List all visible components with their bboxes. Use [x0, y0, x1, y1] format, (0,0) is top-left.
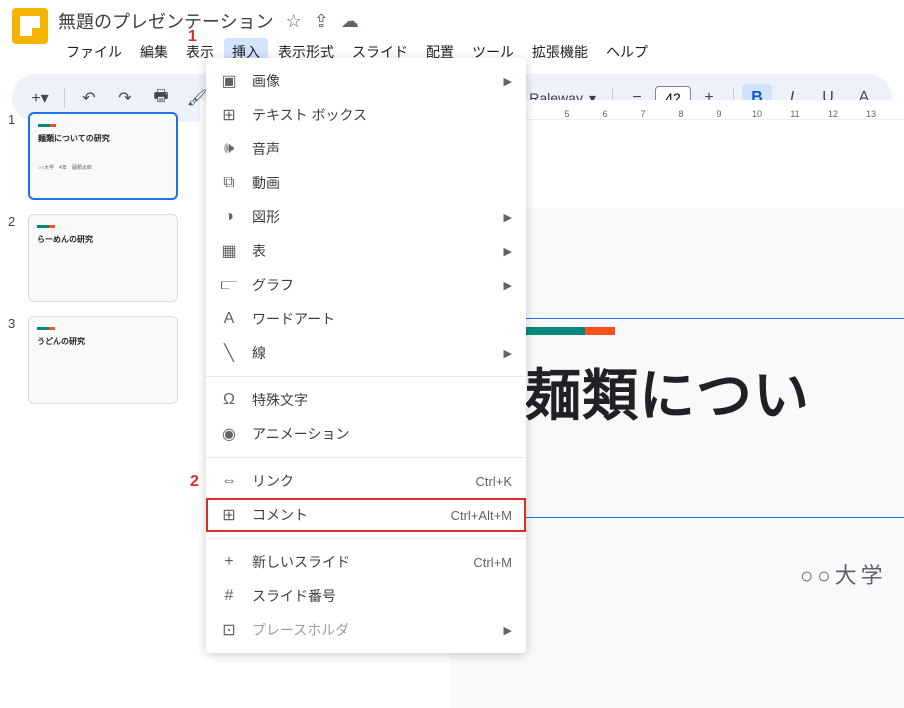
chart-icon: ⫍ [220, 276, 238, 294]
menu-label: プレースホルダ [252, 620, 490, 640]
move-icon[interactable]: ⇪ [314, 11, 329, 32]
textbox-icon: ⊞ [220, 105, 238, 125]
slide-panel: 1麺類についての研究○○大学 4年 麺類太郎2らーめんの研究3うどんの研究 [0, 100, 200, 701]
slide-number: 2 [8, 214, 20, 302]
menu-entry-スライド番号[interactable]: # スライド番号 [206, 579, 526, 613]
menu-entry-図形[interactable]: ◑ 図形 ▶ [206, 200, 526, 234]
menu-label: コメント [252, 505, 437, 525]
menu-label: ワードアート [252, 309, 512, 329]
placeholder-icon: ⊡ [220, 620, 238, 640]
ruler-tick: 13 [852, 109, 890, 119]
ruler-tick: 7 [624, 109, 662, 119]
menu-shortcut: Ctrl+Alt+M [451, 508, 512, 523]
newslide-icon: + [220, 553, 238, 571]
menu-shortcut: Ctrl+M [473, 555, 512, 570]
menu-entry-ワードアート[interactable]: A ワードアート [206, 302, 526, 336]
line-icon: ╲ [220, 343, 238, 363]
menu-label: 表 [252, 241, 490, 261]
menu-entry-新しいスライド[interactable]: + 新しいスライド Ctrl+M [206, 545, 526, 579]
menu-entry-音声[interactable]: 🕪 音声 [206, 132, 526, 166]
ruler-tick: 9 [700, 109, 738, 119]
submenu-arrow-icon: ▶ [504, 624, 512, 637]
subtitle-text[interactable]: ○○大学 4年 麺類太郎 [800, 558, 904, 590]
annotation-1: 1 [188, 28, 197, 46]
link-icon: ⇔ [220, 472, 238, 490]
ruler-tick: 10 [738, 109, 776, 119]
star-icon[interactable]: ☆ [286, 11, 302, 32]
menu-label: スライド番号 [252, 586, 512, 606]
menu-拡張機能[interactable]: 拡張機能 [524, 38, 596, 66]
menu-label: 新しいスライド [252, 552, 459, 572]
menu-entry-特殊文字[interactable]: Ω 特殊文字 [206, 383, 526, 417]
menu-entry-アニメーション[interactable]: ◉ アニメーション [206, 417, 526, 451]
doc-title[interactable]: 無題のプレゼンテーション [58, 8, 274, 34]
menu-label: 画像 [252, 71, 490, 91]
cloud-icon[interactable]: ☁ [341, 11, 359, 32]
menu-label: リンク [252, 471, 462, 491]
slide-thumbnail[interactable]: 麺類についての研究○○大学 4年 麺類太郎 [28, 112, 178, 200]
slide-thumbnail[interactable]: うどんの研究 [28, 316, 178, 404]
heading-text[interactable]: 麺類につい [511, 335, 904, 432]
menu-label: 図形 [252, 207, 490, 227]
ruler-tick: 11 [776, 109, 814, 119]
menu-label: 動画 [252, 173, 512, 193]
menu-entry-テキスト ボックス[interactable]: ⊞ テキスト ボックス [206, 98, 526, 132]
submenu-arrow-icon: ▶ [504, 75, 512, 88]
menu-entry-表[interactable]: ▦ 表 ▶ [206, 234, 526, 268]
insert-menu: ▣ 画像 ▶ ⊞ テキスト ボックス 🕪 音声 ⧉ 動画 ◑ 図形 ▶ ▦ 表 ▶ ⫍ グラフ ▶ A ワードアート ╲… [206, 58, 526, 653]
comment-icon: ⊞ [220, 505, 238, 525]
slide-number: 1 [8, 112, 20, 200]
video-icon: ⧉ [220, 174, 238, 192]
slide-thumbnail[interactable]: らーめんの研究 [28, 214, 178, 302]
menu-entry-動画[interactable]: ⧉ 動画 [206, 166, 526, 200]
menu-label: グラフ [252, 275, 490, 295]
title-textbox[interactable]: 麺類につい [510, 318, 904, 518]
ruler-tick: 6 [586, 109, 624, 119]
ruler-tick: 12 [814, 109, 852, 119]
slidenum-icon: # [220, 587, 238, 605]
menu-entry-グラフ[interactable]: ⫍ グラフ ▶ [206, 268, 526, 302]
menu-entry-プレースホルダ: ⊡ プレースホルダ ▶ [206, 613, 526, 647]
annotation-2: 2 [190, 473, 199, 491]
ruler-tick: 8 [662, 109, 700, 119]
submenu-arrow-icon: ▶ [504, 211, 512, 224]
menu-shortcut: Ctrl+K [476, 474, 512, 489]
submenu-arrow-icon: ▶ [504, 279, 512, 292]
menu-編集[interactable]: 編集 [132, 38, 176, 66]
menu-entry-線[interactable]: ╲ 線 ▶ [206, 336, 526, 370]
menu-ヘルプ[interactable]: ヘルプ [598, 38, 656, 66]
menu-separator [206, 457, 526, 458]
menu-separator [206, 376, 526, 377]
menu-separator [206, 538, 526, 539]
submenu-arrow-icon: ▶ [504, 245, 512, 258]
submenu-arrow-icon: ▶ [504, 347, 512, 360]
menu-entry-コメント[interactable]: ⊞ コメント Ctrl+Alt+M [206, 498, 526, 532]
shape-icon: ◑ [220, 208, 238, 226]
menu-label: 特殊文字 [252, 390, 512, 410]
ruler-tick: 5 [548, 109, 586, 119]
menu-label: アニメーション [252, 424, 512, 444]
table-icon: ▦ [220, 241, 238, 261]
animation-icon: ◉ [220, 424, 238, 444]
menu-ファイル[interactable]: ファイル [58, 38, 130, 66]
image-icon: ▣ [220, 71, 238, 91]
audio-icon: 🕪 [220, 140, 238, 158]
slide-number: 3 [8, 316, 20, 404]
menu-label: 音声 [252, 139, 512, 159]
slides-logo[interactable] [12, 8, 48, 44]
specialchar-icon: Ω [220, 391, 238, 409]
menu-entry-画像[interactable]: ▣ 画像 ▶ [206, 64, 526, 98]
menu-entry-リンク[interactable]: ⇔ リンク Ctrl+K [206, 464, 526, 498]
menu-label: 線 [252, 343, 490, 363]
wordart-icon: A [220, 310, 238, 328]
menu-label: テキスト ボックス [252, 105, 512, 125]
